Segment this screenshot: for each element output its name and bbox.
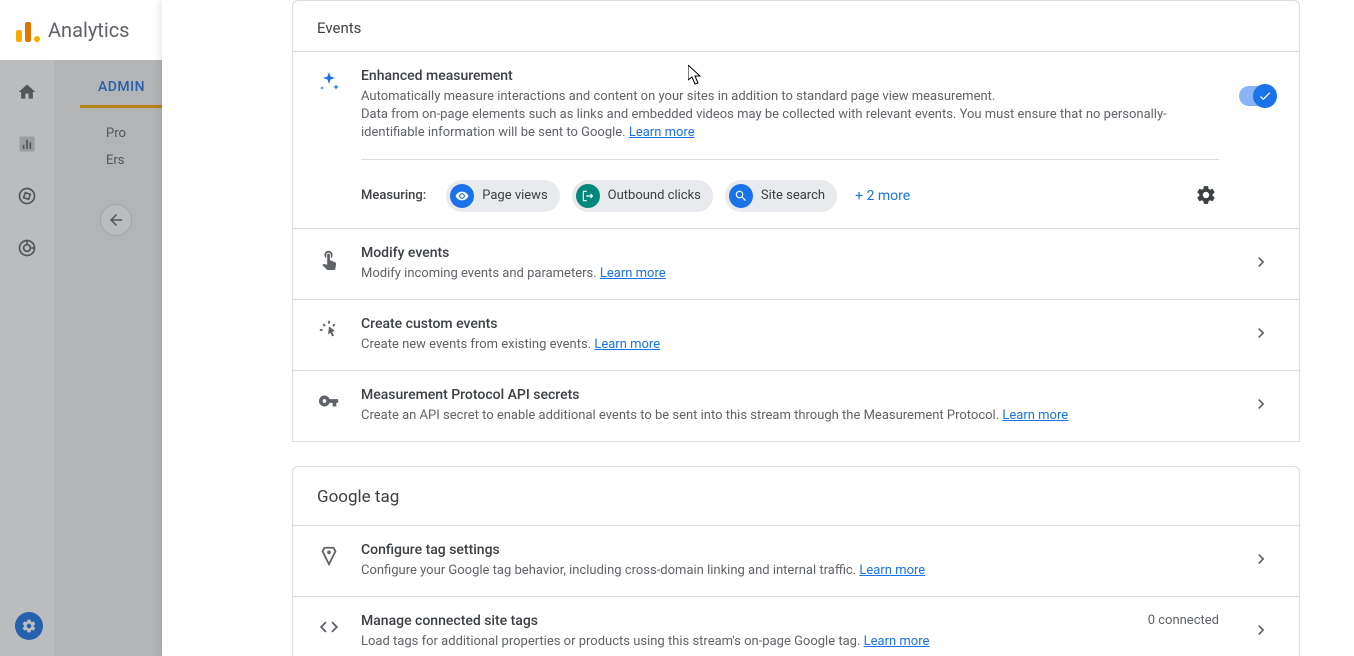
exit-icon [576, 184, 600, 208]
create-custom-events-row[interactable]: Create custom events Create new events f… [293, 300, 1299, 370]
enhanced-desc-1: Automatically measure interactions and c… [361, 89, 995, 104]
connected-count: 0 connected [1148, 613, 1219, 628]
configure-tag-title: Configure tag settings [361, 542, 1231, 558]
app-name: Analytics [48, 18, 130, 42]
search-icon [729, 184, 753, 208]
tag-icon [317, 544, 341, 568]
measurement-protocol-row[interactable]: Measurement Protocol API secrets Create … [293, 371, 1299, 441]
manage-connected-tags-row[interactable]: Manage connected site tags Load tags for… [293, 597, 1299, 656]
configure-tag-settings-row[interactable]: Configure tag settings Configure your Go… [293, 526, 1299, 596]
chevron-right-icon [1251, 549, 1275, 573]
chip-site-search: Site search [725, 180, 837, 212]
mp-learn-more-link[interactable]: Learn more [1002, 408, 1068, 423]
chevron-right-icon [1251, 252, 1275, 276]
enhanced-measurement-toggle[interactable] [1239, 86, 1275, 106]
more-measurements-link[interactable]: + 2 more [855, 188, 910, 204]
create-custom-events-title: Create custom events [361, 316, 1231, 332]
manage-tags-title: Manage connected site tags [361, 613, 1128, 629]
stream-details-panel: Events Enhanced measurement Automaticall… [162, 0, 1354, 656]
app-logo: Analytics [16, 18, 130, 42]
enhanced-learn-more-link[interactable]: Learn more [629, 125, 695, 140]
measurement-protocol-title: Measurement Protocol API secrets [361, 387, 1231, 403]
modify-events-title: Modify events [361, 245, 1231, 261]
modify-events-row[interactable]: Modify events Modify incoming events and… [293, 229, 1299, 299]
chip-page-views: Page views [446, 180, 559, 212]
analytics-logo-icon [16, 18, 40, 42]
touch-icon [317, 247, 341, 271]
chevron-right-icon [1251, 394, 1275, 418]
measuring-label: Measuring: [361, 188, 426, 203]
cursor-click-icon [317, 318, 341, 342]
key-icon [317, 389, 341, 413]
custom-learn-more-link[interactable]: Learn more [594, 337, 660, 352]
enhanced-desc-2: Data from on-page elements such as links… [361, 107, 1167, 140]
code-icon [317, 615, 341, 639]
mouse-cursor [688, 65, 704, 85]
manage-learn-more-link[interactable]: Learn more [864, 634, 930, 649]
enhanced-measurement-row: Enhanced measurement Automatically measu… [293, 52, 1299, 228]
modify-learn-more-link[interactable]: Learn more [600, 266, 666, 281]
chip-outbound-clicks: Outbound clicks [572, 180, 713, 212]
configure-learn-more-link[interactable]: Learn more [859, 563, 925, 578]
eye-icon [450, 184, 474, 208]
enhanced-measurement-title: Enhanced measurement [361, 68, 1219, 84]
chevron-right-icon [1251, 323, 1275, 347]
chevron-right-icon [1251, 620, 1275, 644]
sparkle-icon [317, 70, 341, 94]
events-section-heading: Events [292, 0, 1300, 52]
enhanced-settings-button[interactable] [1195, 184, 1219, 208]
google-tag-section-heading: Google tag [292, 466, 1300, 526]
